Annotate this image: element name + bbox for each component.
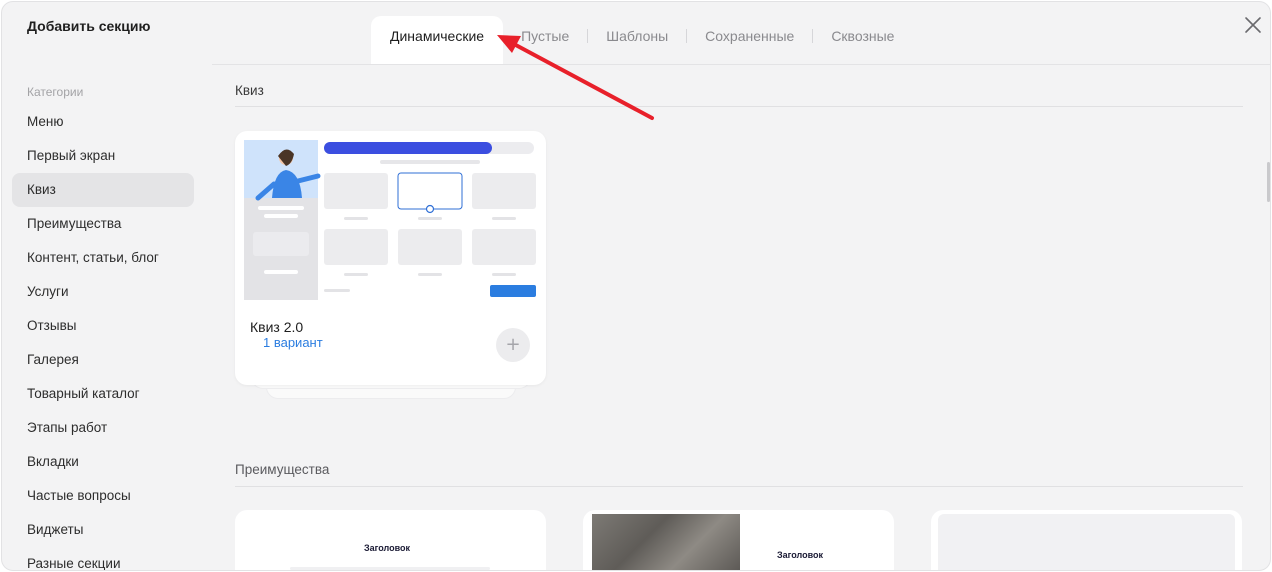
category-content-blog[interactable]: Контент, статьи, блог <box>12 241 194 275</box>
category-gallery[interactable]: Галерея <box>12 343 194 377</box>
advantages-card[interactable] <box>931 510 1242 570</box>
section-catalog: Квиз Квиз 2.0 1 вариант + Преимущества З… <box>212 64 1270 570</box>
category-sidebar: Категории Меню Первый экран Квиз Преимущ… <box>2 64 212 570</box>
modal-header: Добавить секцию Динамические Пустые Шабл… <box>2 2 1270 64</box>
quiz-card[interactable]: Квиз 2.0 1 вариант + <box>235 131 546 385</box>
tab-empty[interactable]: Пустые <box>503 16 587 56</box>
advantages-card[interactable]: Заголовок <box>583 510 894 570</box>
plus-icon: + <box>505 334 521 355</box>
category-faq[interactable]: Частые вопросы <box>12 479 194 513</box>
category-catalog[interactable]: Товарный каталог <box>12 377 194 411</box>
category-menu[interactable]: Меню <box>12 105 194 139</box>
preview-placeholder-line <box>290 567 490 570</box>
category-widgets[interactable]: Виджеты <box>12 513 194 547</box>
preview-placeholder <box>938 514 1235 570</box>
category-tabs[interactable]: Вкладки <box>12 445 194 479</box>
add-section-modal: Добавить секцию Динамические Пустые Шабл… <box>1 1 1271 571</box>
advantages-card[interactable]: Заголовок <box>235 510 546 570</box>
category-list: Меню Первый экран Квиз Преимущества Конт… <box>12 105 194 570</box>
category-advantages[interactable]: Преимущества <box>12 207 194 241</box>
preview-heading: Заголовок <box>777 550 824 560</box>
scrollbar[interactable] <box>1267 162 1270 202</box>
tab-dynamic[interactable]: Динамические <box>371 16 504 64</box>
categories-heading: Категории <box>27 85 84 99</box>
category-first-screen[interactable]: Первый экран <box>12 139 194 173</box>
tab-global[interactable]: Сквозные <box>813 16 912 56</box>
section-divider <box>235 106 1243 107</box>
category-services[interactable]: Услуги <box>12 275 194 309</box>
variant-count-link[interactable]: 1 вариант <box>263 335 323 350</box>
category-work-stages[interactable]: Этапы работ <box>12 411 194 445</box>
section-divider <box>235 486 1243 487</box>
tab-templates[interactable]: Шаблоны <box>588 16 686 56</box>
add-section-button[interactable]: + <box>496 328 530 362</box>
modal-title: Добавить секцию <box>27 18 151 34</box>
close-button[interactable] <box>1242 14 1264 36</box>
preview-heading: Заголовок <box>364 543 411 553</box>
tab-bar: Динамические Пустые Шаблоны Сохраненные … <box>371 16 912 64</box>
close-icon <box>1245 17 1261 33</box>
quiz-preview-image <box>244 140 536 300</box>
card-title: Квиз 2.0 <box>250 319 304 335</box>
category-quiz[interactable]: Квиз <box>12 173 194 207</box>
category-misc[interactable]: Разные секции <box>12 547 194 570</box>
category-reviews[interactable]: Отзывы <box>12 309 194 343</box>
tab-saved[interactable]: Сохраненные <box>687 16 812 56</box>
section-title-advantages: Преимущества <box>235 462 330 477</box>
preview-image <box>592 514 740 570</box>
section-title-quiz: Квиз <box>235 83 264 98</box>
